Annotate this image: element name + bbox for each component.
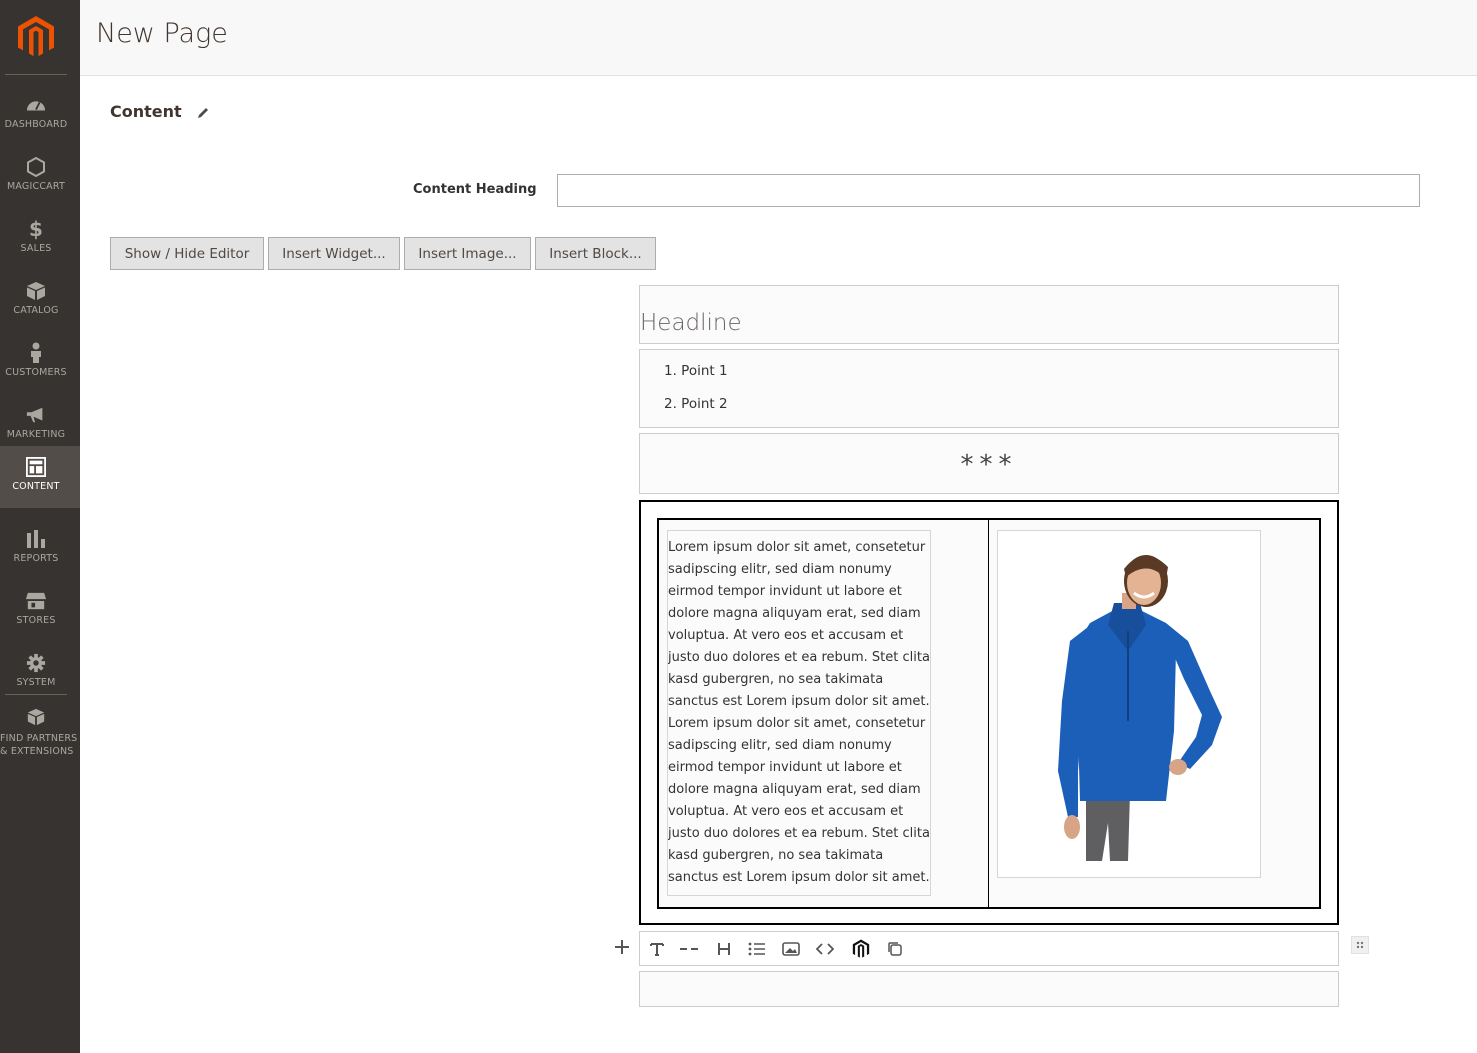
nav-label: FIND PARTNERS & EXTENSIONS (0, 732, 78, 758)
nav-label: MAGICCART (7, 181, 65, 192)
list-item: 2. Point 2 (664, 396, 728, 412)
nav-label: SALES (20, 243, 52, 254)
nav-label: CONTENT (12, 481, 60, 492)
divider-icon[interactable] (680, 940, 698, 958)
list-block[interactable]: 1. Point 1 2. Point 2 (639, 349, 1339, 428)
nav-sales[interactable]: $ SALES (0, 208, 80, 270)
megaphone-icon (26, 404, 46, 426)
sidebar-divider (5, 74, 67, 75)
magento-icon[interactable] (850, 937, 872, 961)
text-line: eirmod tempor invidunt ut labore et (668, 760, 902, 775)
show-hide-editor-button[interactable]: Show / Hide Editor (110, 237, 264, 270)
nav-label: REPORTS (13, 553, 59, 564)
nav-magiccart[interactable]: MAGICCART (0, 146, 80, 208)
insert-widget-button[interactable]: Insert Widget... (268, 237, 400, 270)
code-icon[interactable] (816, 940, 834, 958)
text-line: justo duo dolores et ea rebum. Stet clit… (668, 650, 930, 665)
insert-block-button[interactable]: Insert Block... (535, 237, 656, 270)
text-line: voluptua. At vero eos et accusam et (668, 804, 904, 819)
plus-icon[interactable] (612, 937, 632, 957)
image-block[interactable] (997, 530, 1261, 878)
text-line: Lorem ipsum dolor sit amet, consetetur (668, 716, 926, 731)
nav-find-partners[interactable]: FIND PARTNERS & EXTENSIONS (0, 704, 80, 768)
dollar-icon: $ (29, 217, 43, 241)
gear-icon (26, 652, 46, 674)
admin-sidebar: DASHBOARD MAGICCART $ SALES CATALOG CUST… (0, 0, 80, 1053)
dashboard-icon (26, 94, 46, 116)
insert-image-button[interactable]: Insert Image... (404, 237, 531, 270)
nav-label-line2: & EXTENSIONS (0, 746, 74, 757)
headline-text: Headline (640, 310, 742, 336)
nav-customers[interactable]: CUSTOMERS (0, 332, 80, 394)
builder-toolbar (639, 931, 1339, 966)
text-line: sadipscing elitr, sed diam nonumy (668, 562, 892, 577)
nav-label: CATALOG (13, 305, 59, 316)
headline-block[interactable]: Headline (639, 285, 1339, 344)
product-photo-woman-jacket (998, 531, 1260, 877)
row-block[interactable]: Lorem ipsum dolor sit amet, consetetur sa… (639, 500, 1339, 925)
text-line: justo duo dolores et ea rebum. Stet clit… (668, 826, 930, 841)
text-line: eirmod tempor invidunt ut labore et (668, 584, 902, 599)
store-icon (26, 590, 46, 612)
nav-reports[interactable]: REPORTS (0, 518, 80, 580)
list-item: 1. Point 1 (664, 363, 728, 379)
column-left[interactable]: Lorem ipsum dolor sit amet, consetetur sa… (657, 518, 989, 909)
bar-chart-icon (26, 528, 46, 550)
nav-catalog[interactable]: CATALOG (0, 270, 80, 332)
nav-dashboard[interactable]: DASHBOARD (0, 84, 80, 146)
empty-block[interactable] (639, 971, 1339, 1007)
text-icon[interactable] (648, 940, 666, 958)
cubes-icon (26, 706, 46, 728)
text-line: sanctus est Lorem ipsum dolor sit amet. (668, 694, 930, 709)
pencil-icon[interactable] (196, 106, 210, 120)
nav-label: SYSTEM (16, 677, 56, 688)
text-line: dolore magna aliquyam erat, sed diam (668, 782, 921, 797)
text-line: sanctus est Lorem ipsum dolor sit amet. (668, 870, 930, 885)
copy-icon[interactable] (886, 940, 904, 958)
heading-icon[interactable] (715, 940, 733, 958)
magento-logo-icon[interactable] (14, 14, 58, 60)
nav-content[interactable]: CONTENT (0, 446, 80, 508)
nav-label: STORES (16, 615, 56, 626)
section-title: Content (110, 102, 182, 121)
column-right[interactable] (988, 518, 1321, 909)
content-heading-input[interactable] (557, 174, 1420, 207)
box-icon (26, 280, 46, 302)
hexagon-icon (26, 156, 46, 178)
nav-stores[interactable]: STORES (0, 580, 80, 642)
text-line: dolore magna aliquyam erat, sed diam (668, 606, 921, 621)
sidebar-divider (5, 694, 67, 695)
drag-handle-icon[interactable] (1351, 936, 1369, 954)
image-icon[interactable] (782, 940, 800, 958)
page-header: New Page (80, 0, 1477, 76)
text-block[interactable]: Lorem ipsum dolor sit amet, consetetur sa… (667, 530, 931, 896)
text-line: voluptua. At vero eos et accusam et (668, 628, 904, 643)
list-icon[interactable] (748, 940, 766, 958)
nav-label-line1: FIND PARTNERS (0, 733, 78, 744)
person-icon (26, 342, 46, 364)
nav-label: MARKETING (6, 429, 66, 440)
text-line: Lorem ipsum dolor sit amet, consetetur (668, 540, 926, 555)
divider-block[interactable]: *** (639, 433, 1339, 494)
nav-label: DASHBOARD (4, 119, 68, 130)
text-line: kasd gubergren, no sea takimata (668, 672, 884, 687)
divider-stars: *** (960, 450, 1018, 480)
content-heading-label: Content Heading (413, 182, 537, 197)
page-title: New Page (96, 18, 228, 49)
text-line: sadipscing elitr, sed diam nonumy (668, 738, 892, 753)
text-line: kasd gubergren, no sea takimata (668, 848, 884, 863)
nav-label: CUSTOMERS (5, 367, 67, 378)
layout-icon (26, 456, 46, 478)
